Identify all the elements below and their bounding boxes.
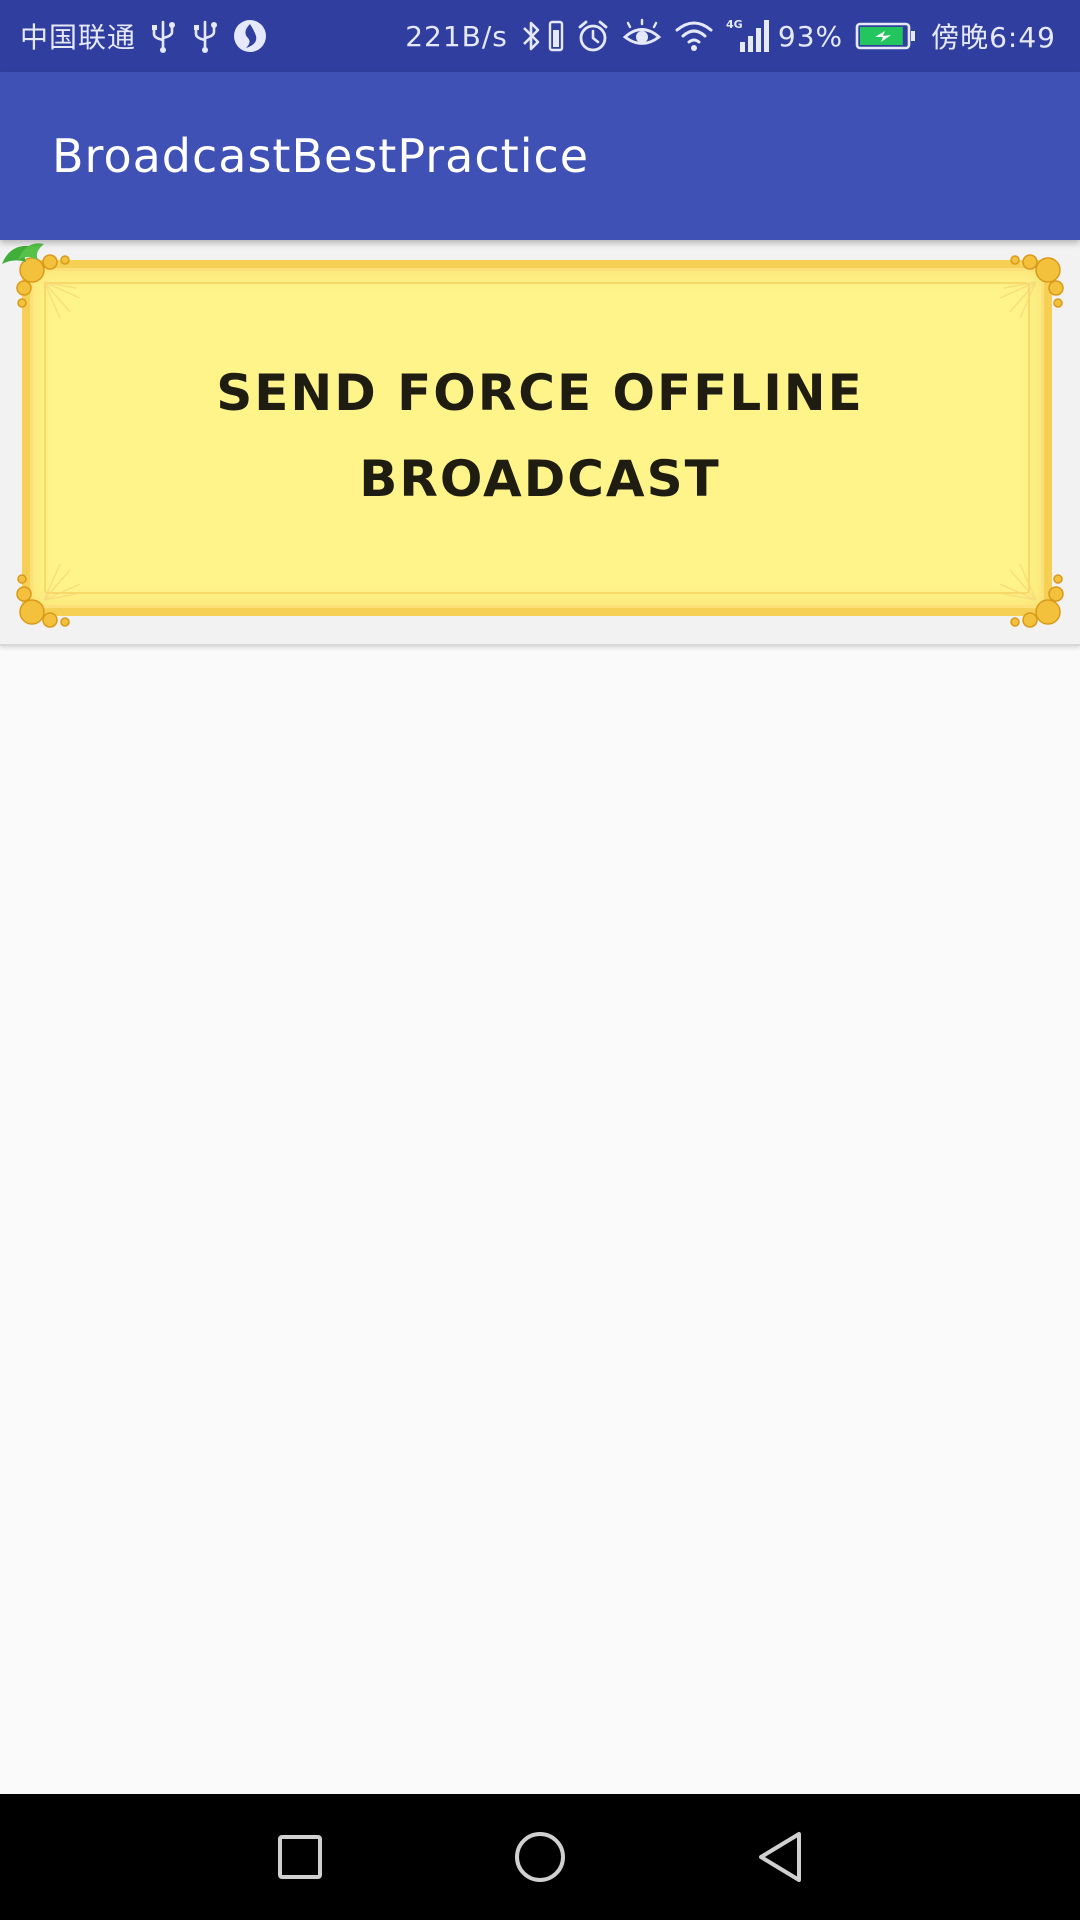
home-icon (515, 1832, 565, 1882)
status-bar: 中国联通 221B/s 4G 93% 傍晚6:49 (0, 0, 1080, 72)
green-leaf-icon (2, 243, 44, 264)
eye-comfort-icon (622, 18, 662, 54)
battery-percent: 93% (777, 19, 844, 53)
lte-signal-icon: 4G (726, 16, 774, 56)
send-force-offline-button[interactable]: SEND FORCE OFFLINE BROADCAST (0, 240, 1080, 646)
send-force-offline-label: SEND FORCE OFFLINE BROADCAST (216, 364, 864, 508)
status-bar-left: 中国联通 (20, 0, 268, 72)
navigation-bar (0, 1794, 1080, 1920)
bluetooth-icon (520, 18, 542, 54)
ornament-corner-icon (16, 563, 81, 628)
back-button[interactable] (720, 1794, 840, 1920)
app-bar: BroadcastBestPractice (0, 72, 1080, 240)
wifi-icon (674, 18, 714, 54)
vibrate-icon (546, 18, 564, 54)
alarm-icon (576, 18, 610, 54)
usb-icon (190, 18, 220, 54)
recent-apps-button[interactable] (240, 1794, 360, 1920)
clock: 傍晚6:49 (931, 21, 1056, 54)
network-speed: 221B/s (405, 19, 508, 53)
app-title: BroadcastBestPractice (52, 129, 590, 183)
status-bar-right: 221B/s 4G 93% 傍晚6:49 (405, 0, 1056, 72)
ornament-corner-icon (999, 563, 1064, 628)
back-icon (759, 1832, 801, 1882)
recent-apps-icon (278, 1835, 322, 1879)
vpn-globe-icon (232, 18, 268, 54)
main-content: SEND FORCE OFFLINE BROADCAST (0, 240, 1080, 1794)
carrier-name: 中国联通 (20, 21, 137, 54)
ornament-corner-icon (999, 254, 1064, 319)
battery-charging-icon (855, 21, 917, 51)
usb-icon (148, 18, 178, 54)
svg-text:4G: 4G (726, 18, 743, 31)
home-button[interactable] (480, 1794, 600, 1920)
